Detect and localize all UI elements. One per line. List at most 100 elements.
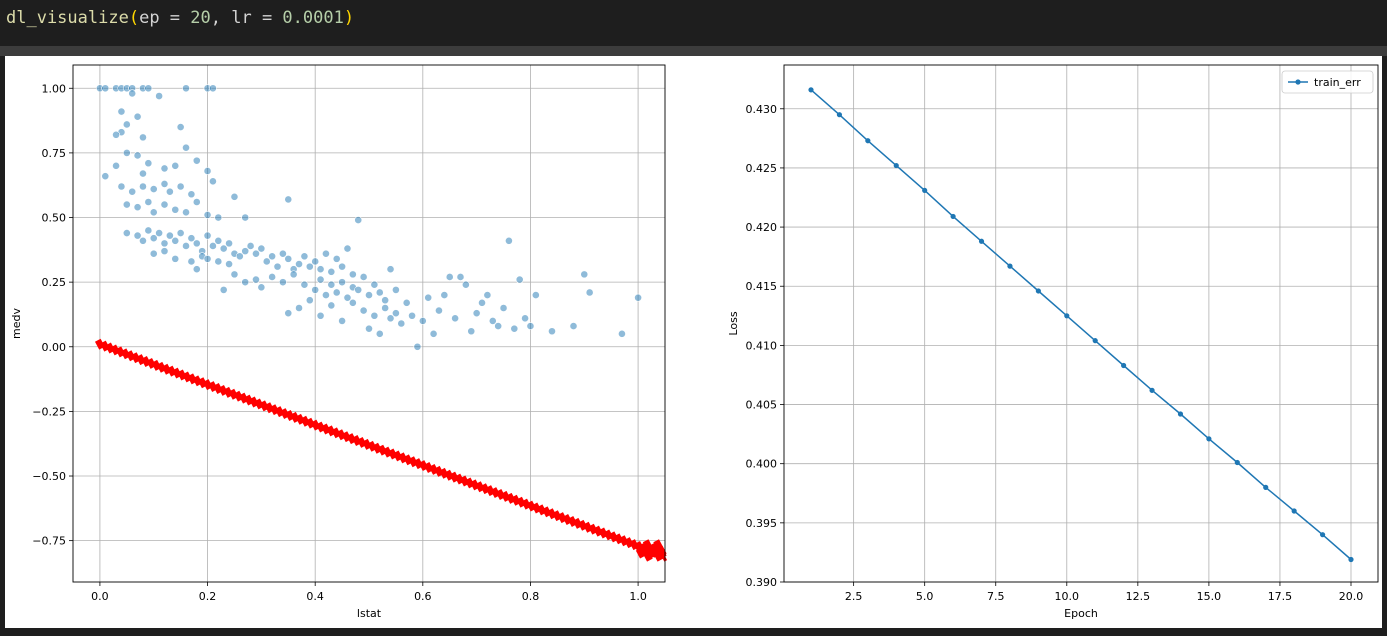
scatter-point [618,329,626,338]
x-tick-label: 0.2 [199,590,217,603]
series-point-train-err [1319,532,1326,538]
scatter-point [182,143,190,152]
output-separator [0,46,1387,56]
arg-comma: , [210,8,232,28]
scatter-point [295,260,303,268]
scatter-point [214,213,223,222]
scatter-point [203,231,212,240]
scatter-point [445,273,454,281]
scatter-point [327,280,336,289]
scatter-point [187,190,196,199]
series-point-train-err [836,112,843,118]
scatter-point [252,249,260,258]
scatter-point [187,257,196,266]
series-point-train-err [1064,313,1070,319]
scatter-point [278,249,287,258]
figure-output: 0.0 0.2 0.4 0.6 0.8 1.0 1.00 0.75 0.50 0.25 0.00 −0… [5,56,1382,628]
y-axis-label: Loss [727,311,740,335]
scatter-point [144,84,153,93]
scatter-point [149,249,158,258]
scatter-point [278,278,287,287]
scatter-point [478,298,486,307]
scatter-point [499,304,508,312]
scatter-point [569,322,578,330]
scatter-point [149,234,158,243]
series-point-train-err [1121,362,1127,369]
y-tick-label: 0.25 [42,276,67,289]
scatter-point [128,187,137,196]
code-line[interactable]: dl_visualize(ep = 20, lr = 0.0001) [6,8,354,28]
arg-ep-label: ep = [139,8,191,28]
scatter-point [209,242,217,250]
scatter-point [381,296,390,305]
scatter-point [418,317,427,325]
y-tick-label: 0.75 [42,147,67,160]
scatter-point [343,293,352,302]
scatter-point [187,234,196,243]
scatter-point [117,107,126,116]
series-line-train-err [810,89,1352,561]
scatter-point [182,208,190,217]
scatter-point [203,211,212,219]
scatter-point [262,257,271,266]
scatter-point [268,273,277,281]
close-paren: ) [343,8,355,28]
scatter-point [526,322,535,330]
scatter-point [203,254,212,263]
scatter-point [305,262,314,271]
scatter-point [230,270,239,279]
scatter-point [133,151,142,160]
scatter-point [375,329,384,338]
series-point-train-err [1007,263,1013,269]
scatter-point [241,213,250,222]
scatter-point [316,311,325,320]
scatter-point [348,270,357,279]
scatter-point [386,265,395,274]
scatter-point [295,304,303,312]
scatter-point [338,262,346,271]
scatter-point [408,311,416,320]
series-point-train-err [893,162,899,169]
plot-frame [783,64,1379,583]
scatter-point [144,159,153,168]
scatter-point [273,262,282,271]
scatter-point [311,257,320,266]
x-tick-label: 10.0 [1055,590,1080,603]
scatter-point [386,314,395,323]
code-cell[interactable]: dl_visualize(ep = 20, lr = 0.0001) [0,0,1387,46]
scatter-point [225,260,233,268]
scatter-point [381,304,390,312]
x-tick-label: 20.0 [1339,590,1364,603]
scatter-point [139,236,147,245]
scatter-point [397,319,406,328]
scatter-point [209,84,217,93]
scatter-point [101,172,110,181]
scatter-point [338,317,346,325]
series-point-train-err [865,138,871,144]
scatter-point [235,252,244,261]
scatter-point [327,301,336,310]
scatter-point [289,270,298,279]
scatter-point [332,254,341,263]
scatter-point [354,216,363,224]
scatter-point [284,309,293,318]
series-point-train-err [1291,508,1297,514]
series-point-train-err [1234,459,1240,466]
x-tick-label: 1.0 [629,590,647,603]
scatter-point [370,280,379,289]
scatter-point [139,133,147,142]
y-tick-label: 1.00 [42,82,67,95]
y-tick-label: 0.00 [42,341,67,354]
scatter-point [311,285,320,294]
scatter-point [343,244,352,253]
x-tick-label: 0.4 [306,590,324,603]
scatter-point [101,84,110,93]
scatter-point [203,167,212,175]
scatter-point [160,164,169,173]
arg-lr-label: lr = [231,8,283,28]
scatter-point [214,236,223,245]
y-tick-label: 0.395 [746,517,778,530]
legend-swatch-marker [1295,79,1301,85]
x-axis-label: lstat [357,607,382,620]
scatter-point [160,239,169,248]
